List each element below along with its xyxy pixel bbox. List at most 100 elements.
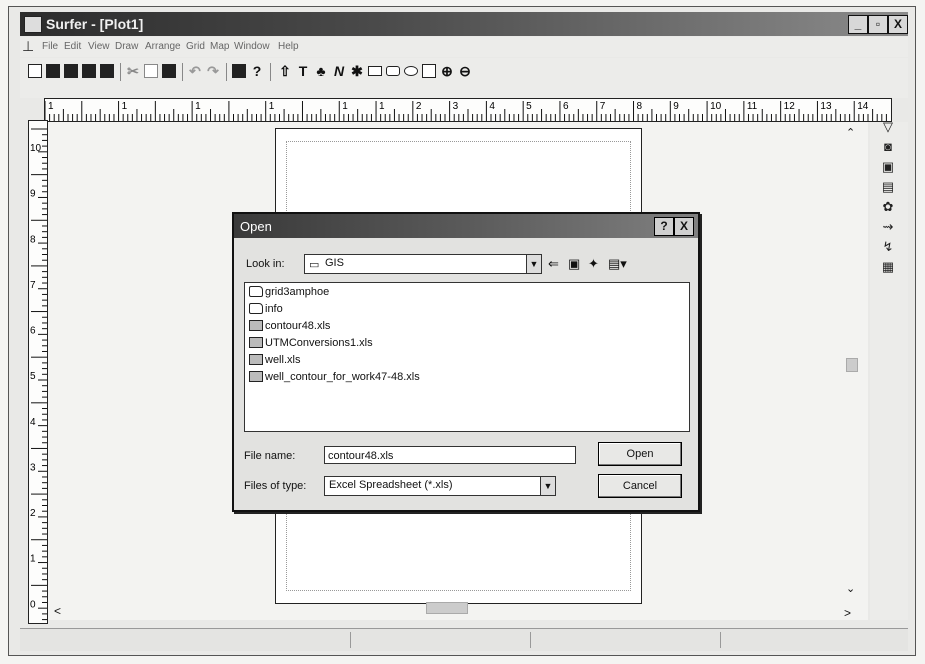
symbol-tool-icon[interactable]: ✱ xyxy=(350,64,364,78)
cancel-button[interactable]: Cancel xyxy=(598,474,682,498)
ruler-label: 1 xyxy=(122,101,128,112)
surfer-app-icon[interactable] xyxy=(24,16,42,33)
scroll-left-icon[interactable]: < xyxy=(54,604,61,618)
print-icon[interactable] xyxy=(100,64,114,78)
list-item[interactable]: grid3amphoe xyxy=(249,286,329,301)
rounded-rectangle-tool-icon[interactable] xyxy=(386,66,400,76)
ruler-label: 9 xyxy=(30,189,36,200)
folder-icon xyxy=(249,286,263,297)
dialog-help-button[interactable]: ? xyxy=(654,217,674,236)
view-menu-icon[interactable]: ▤▾ xyxy=(608,256,627,272)
plot-doc-icon[interactable]: ⊥ xyxy=(22,38,34,55)
post-map-icon[interactable]: ✿ xyxy=(880,200,896,214)
chevron-down-icon[interactable]: ▼ xyxy=(526,255,541,273)
open-button[interactable]: Open xyxy=(598,442,682,466)
zoom-out-icon[interactable]: ⊖ xyxy=(458,64,472,78)
ruler-label: 4 xyxy=(489,101,495,112)
reshape-tool-icon[interactable] xyxy=(422,64,436,78)
menu-view[interactable]: View xyxy=(88,41,110,52)
maximize-button[interactable]: ▫ xyxy=(868,15,888,34)
chevron-down-icon[interactable]: ▼ xyxy=(540,477,555,495)
ruler-label: 10 xyxy=(30,143,42,154)
file-name-text: contour48.xls xyxy=(265,320,331,332)
file-type-dropdown[interactable]: Excel Spreadsheet (*.xls) ▼ xyxy=(324,476,556,496)
ruler-label: 6 xyxy=(30,326,36,337)
shaded-relief-icon[interactable]: ▤ xyxy=(880,180,896,194)
polyline-tool-icon[interactable]: N xyxy=(332,64,346,78)
ruler-label: 3 xyxy=(453,101,459,112)
dialog-close-button[interactable]: X xyxy=(674,217,694,236)
menu-draw[interactable]: Draw xyxy=(115,41,138,52)
up-folder-icon[interactable]: ▣ xyxy=(568,256,580,272)
file-type-label: Files of type: xyxy=(244,480,307,492)
contour-map-icon[interactable]: ◙ xyxy=(880,140,896,154)
save-icon[interactable] xyxy=(64,64,78,78)
ruler-label: 1 xyxy=(30,554,36,565)
image-map-icon[interactable]: ▣ xyxy=(880,160,896,174)
horizontal-ruler-ticks: 1 1 1 1 1 1 2 3 4 5 6 7 8 9 10 11 12 13 14 xyxy=(45,101,887,121)
surface-map-icon[interactable]: ▦ xyxy=(880,260,896,274)
excel-file-icon xyxy=(249,371,263,382)
ellipse-tool-icon[interactable] xyxy=(404,66,418,76)
new-folder-icon[interactable]: ✦ xyxy=(588,256,599,272)
window-title: Surfer - [Plot1] xyxy=(46,16,144,32)
file-type-value: Excel Spreadsheet (*.xls) xyxy=(329,479,453,491)
list-item[interactable]: contour48.xls xyxy=(249,320,330,335)
ruler-label: 5 xyxy=(526,101,532,112)
menu-file[interactable]: File xyxy=(42,41,58,52)
paste-icon[interactable] xyxy=(162,64,176,78)
list-item[interactable]: info xyxy=(249,303,283,318)
folder-icon: ▭ xyxy=(309,259,320,271)
menu-edit[interactable]: Edit xyxy=(64,41,81,52)
cut-icon[interactable]: ✂ xyxy=(126,64,140,78)
vertical-scroll-thumb[interactable] xyxy=(846,358,858,372)
undo-icon[interactable]: ↶ xyxy=(188,64,202,78)
map-outline-icon[interactable]: ▽ xyxy=(880,120,896,134)
minimize-button[interactable]: _ xyxy=(848,15,868,34)
ruler-label: 3 xyxy=(30,462,36,473)
menu-map[interactable]: Map xyxy=(210,41,229,52)
scroll-up-icon[interactable]: ⌃ xyxy=(846,126,855,139)
ruler-label: 14 xyxy=(857,101,869,112)
polygon-tool-icon[interactable]: ♣ xyxy=(314,64,328,78)
menu-help[interactable]: Help xyxy=(278,41,299,52)
back-icon[interactable]: ⇐ xyxy=(548,256,559,272)
dialog-title: Open xyxy=(240,219,272,234)
menu-arrange[interactable]: Arrange xyxy=(145,41,181,52)
file-name-input[interactable]: contour48.xls xyxy=(324,446,576,464)
ruler-label: 1 xyxy=(342,101,348,112)
ruler-label: 1 xyxy=(379,101,385,112)
menu-window[interactable]: Window xyxy=(234,41,270,52)
list-item[interactable]: well.xls xyxy=(249,354,300,369)
redo-icon[interactable]: ↷ xyxy=(206,64,220,78)
select-arrow-icon[interactable]: ⇧ xyxy=(278,64,292,78)
context-help-icon[interactable]: ? xyxy=(250,64,264,78)
open-dialog: Open ? X Look in: ▭ GIS ▼ ⇐ ▣ ✦ ▤▾ grid3… xyxy=(232,212,700,512)
look-in-dropdown[interactable]: ▭ GIS ▼ xyxy=(304,254,542,274)
worksheet-icon[interactable] xyxy=(82,64,96,78)
list-item[interactable]: well_contour_for_work47-48.xls xyxy=(249,371,420,386)
object-manager-icon[interactable] xyxy=(232,64,246,78)
scroll-down-icon[interactable]: ⌄ xyxy=(846,582,855,595)
menu-grid[interactable]: Grid xyxy=(186,41,205,52)
close-button[interactable]: X xyxy=(888,15,908,34)
horizontal-ruler: 1 1 1 1 1 1 2 3 4 5 6 7 8 9 10 11 12 13 14 xyxy=(44,98,892,122)
ruler-label: 6 xyxy=(563,101,569,112)
copy-icon[interactable] xyxy=(144,64,158,78)
scroll-right-icon[interactable]: > xyxy=(844,606,851,620)
file-list[interactable]: grid3amphoe info contour48.xls UTMConver… xyxy=(244,282,690,432)
vector-map-icon[interactable]: ⇝ xyxy=(880,220,896,234)
rectangle-tool-icon[interactable] xyxy=(368,66,382,76)
ruler-label: 12 xyxy=(784,101,796,112)
excel-file-icon xyxy=(249,320,263,331)
zoom-in-icon[interactable]: ⊕ xyxy=(440,64,454,78)
new-icon[interactable] xyxy=(28,64,42,78)
axis-icon[interactable]: ↯ xyxy=(880,240,896,254)
list-item[interactable]: UTMConversions1.xls xyxy=(249,337,373,352)
open-folder-icon[interactable] xyxy=(46,64,60,78)
ruler-label: 13 xyxy=(820,101,832,112)
text-tool-icon[interactable]: T xyxy=(296,64,310,78)
horizontal-scroll-thumb[interactable] xyxy=(426,602,468,614)
ruler-label: 1 xyxy=(195,101,201,112)
ruler-label: 8 xyxy=(637,101,643,112)
